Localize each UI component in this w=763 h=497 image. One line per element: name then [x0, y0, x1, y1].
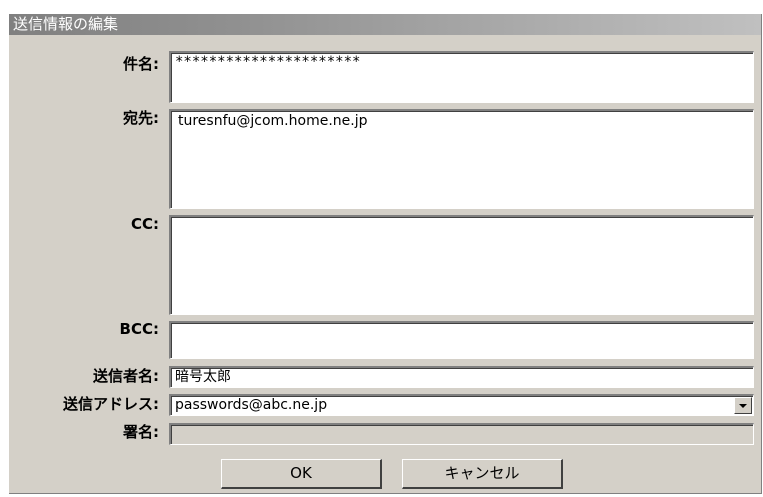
to-field[interactable]: turesnfu@jcom.home.ne.jp	[169, 109, 754, 209]
edit-send-info-dialog: 送信情報の編集 件名: ********************** 宛先: t…	[9, 14, 762, 494]
chevron-down-icon[interactable]	[734, 397, 752, 414]
ok-button[interactable]: OK	[221, 459, 382, 489]
cc-label: CC:	[130, 215, 159, 233]
subject-label: 件名:	[123, 55, 159, 73]
sender-address-select[interactable]: passwords@abc.ne.jp	[169, 394, 754, 416]
cc-field[interactable]	[169, 215, 754, 315]
bcc-field[interactable]	[169, 321, 754, 359]
sender-address-value: passwords@abc.ne.jp	[175, 397, 328, 413]
dialog-title: 送信情報の編集	[9, 14, 761, 35]
sender-name-field[interactable]: 暗号太郎	[169, 366, 754, 388]
subject-field[interactable]: **********************	[169, 51, 754, 103]
sender-address-label: 送信アドレス:	[63, 395, 159, 413]
signature-label: 署名:	[123, 423, 159, 441]
sender-name-label: 送信者名:	[93, 367, 159, 385]
to-label: 宛先:	[123, 109, 159, 127]
cancel-button[interactable]: キャンセル	[402, 459, 563, 489]
bcc-label: BCC:	[119, 320, 159, 338]
signature-field	[169, 423, 754, 445]
